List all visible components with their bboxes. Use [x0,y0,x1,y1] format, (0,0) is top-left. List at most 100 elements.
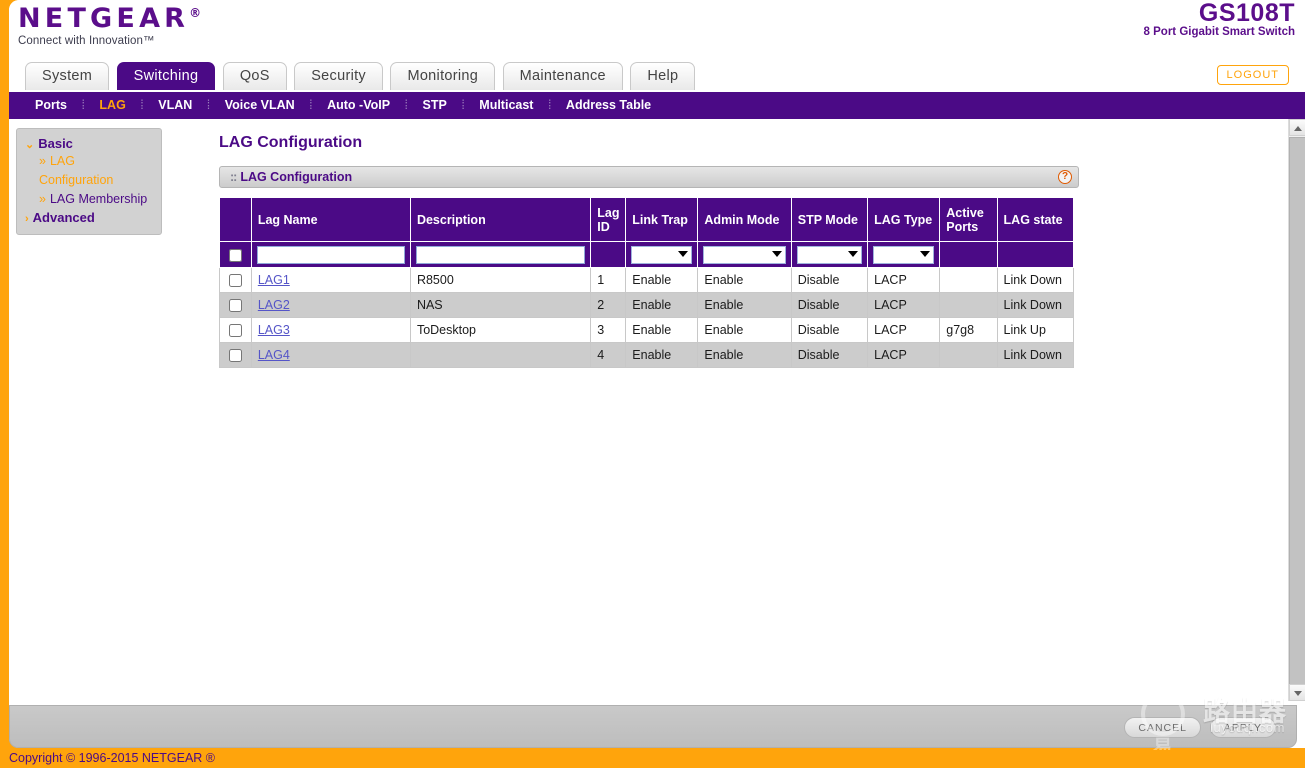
subnav-item-stp[interactable]: STP [421,98,449,112]
drag-grip-icon[interactable]: :: [230,170,237,184]
subnav-item-lag[interactable]: LAG [97,98,127,112]
page-header: NETGEAR® Connect with Innovation™ GS108T… [9,0,1305,62]
left-sidebar: ⌄ Basic » LAG Configuration » LAG Membershi… [16,128,162,235]
sidebar-group-advanced-label: Advanced [32,209,95,225]
subnav-item-multicast[interactable]: Multicast [477,98,535,112]
subnav-separator: ⁞ [547,98,552,112]
lag-table: Lag Name Description Lag ID Link Trap Ad… [219,197,1075,368]
row-select-cell [219,267,252,293]
subnav-item-voice-vlan[interactable]: Voice VLAN [223,98,297,112]
cell-description [409,342,592,368]
primary-tab-bar: System Switching QoS Security Monitoring… [9,62,1305,92]
filter-admin-mode-cell [697,241,792,268]
vertical-scrollbar[interactable] [1288,119,1305,701]
column-header-lag-id[interactable]: Lag ID [590,197,627,242]
filter-description-input[interactable] [415,245,586,264]
sidebar-group-basic[interactable]: ⌄ Basic [17,135,161,152]
scroll-down-button[interactable] [1289,684,1305,701]
device-ui-frame: NETGEAR® Connect with Innovation™ GS108T… [9,0,1305,748]
column-header-description[interactable]: Description [409,197,592,242]
netgear-logo: NETGEAR® Connect with Innovation™ [18,5,205,47]
scrollbar-thumb[interactable] [1289,137,1305,697]
filter-lag-name-input[interactable] [256,245,405,264]
filter-admin-mode-select[interactable] [703,245,786,264]
column-header-link-trap[interactable]: Link Trap [625,197,699,242]
cell-lag-state: Link Down [996,342,1075,368]
lag-name-link[interactable]: LAG2 [258,298,290,312]
table-row[interactable]: LAG4 4 Enable Enable Disable LACP Link D… [219,342,1075,368]
cell-link-trap: Enable [625,267,699,293]
tab-switching[interactable]: Switching [116,62,216,90]
subnav-separator: ⁞ [206,98,211,112]
chevron-right-icon: › [25,212,29,225]
cell-stp-mode: Disable [790,292,869,318]
cell-stp-mode: Disable [790,342,869,368]
select-all-checkbox[interactable] [228,248,242,262]
row-checkbox[interactable] [228,324,242,338]
tab-security[interactable]: Security [294,62,383,90]
tab-maintenance[interactable]: Maintenance [502,62,623,90]
chevron-down-icon [678,250,689,257]
lag-name-link[interactable]: LAG4 [258,348,290,362]
logout-button[interactable]: LOGOUT [1216,65,1289,85]
subnav-separator: ⁞ [140,98,144,112]
help-icon[interactable]: ? [1058,170,1072,184]
tab-qos[interactable]: QoS [222,62,287,90]
column-header-admin-mode[interactable]: Admin Mode [697,197,792,242]
cell-lag-name: LAG1 [250,267,411,293]
filter-lag-id-cell [590,241,627,268]
filter-stp-mode-select[interactable] [796,245,863,264]
cancel-button[interactable]: CANCEL [1124,717,1201,738]
column-header-stp-mode[interactable]: STP Mode [790,197,869,242]
sidebar-item-lag-membership[interactable]: » LAG Membership [17,190,161,209]
cell-admin-mode: Enable [697,317,792,343]
lag-name-link[interactable]: LAG1 [258,273,290,287]
browser-page: NETGEAR® Connect with Innovation™ GS108T… [0,0,1305,768]
filter-lag-type-cell [867,241,941,268]
column-header-lag-type[interactable]: LAG Type [867,197,941,242]
subnav-item-vlan[interactable]: VLAN [156,98,194,112]
subnav-item-ports[interactable]: Ports [33,98,69,112]
cell-active-ports [939,267,998,293]
action-bar: CANCEL APPLY [9,705,1297,748]
subnav-separator: ⁞ [404,98,409,112]
filter-link-trap-select[interactable] [631,245,693,264]
scroll-up-button[interactable] [1289,119,1305,136]
filter-stp-mode-cell [790,241,869,268]
lag-name-link[interactable]: LAG3 [258,323,290,337]
column-header-active-ports[interactable]: Active Ports [939,197,998,242]
select-all-header [219,197,252,242]
apply-button[interactable]: APPLY [1209,717,1276,738]
tab-system[interactable]: System [25,62,110,90]
device-model-name: GS108T [1198,0,1295,27]
table-row[interactable]: LAG3 ToDesktop 3 Enable Enable Disable L… [219,317,1075,343]
cell-link-trap: Enable [625,342,699,368]
row-select-cell [219,292,252,318]
cell-lag-id: 2 [590,292,627,318]
cell-lag-id: 1 [590,267,627,293]
sidebar-item-configuration[interactable]: Configuration [17,171,161,190]
column-header-lag-name[interactable]: Lag Name [250,197,411,242]
row-checkbox[interactable] [228,274,242,288]
subnav-item-auto-voip[interactable]: Auto -VoIP [325,98,392,112]
column-header-lag-state[interactable]: LAG state [996,197,1075,242]
cell-lag-type: LACP [867,267,941,293]
subnav-item-address-table[interactable]: Address Table [564,98,653,112]
sidebar-item-lag[interactable]: » LAG [17,152,161,171]
cell-active-ports: g7g8 [939,317,998,343]
sidebar-item-lag-label: LAG [49,154,75,168]
table-row[interactable]: LAG2 NAS 2 Enable Enable Disable LACP Li… [219,292,1075,318]
filter-lag-type-select[interactable] [873,245,935,264]
cell-admin-mode: Enable [697,292,792,318]
bullet-icon: » [39,191,46,206]
sidebar-group-basic-label: Basic [38,136,73,151]
table-row[interactable]: LAG1 R8500 1 Enable Enable Disable LACP … [219,267,1075,293]
row-checkbox[interactable] [228,349,242,363]
sidebar-group-advanced[interactable]: › Advanced [17,209,161,226]
tab-help[interactable]: Help [630,62,696,90]
row-select-cell [219,317,252,343]
row-checkbox[interactable] [228,299,242,313]
cell-lag-name: LAG4 [250,342,411,368]
filter-link-trap-cell [625,241,699,268]
tab-monitoring[interactable]: Monitoring [390,62,496,90]
